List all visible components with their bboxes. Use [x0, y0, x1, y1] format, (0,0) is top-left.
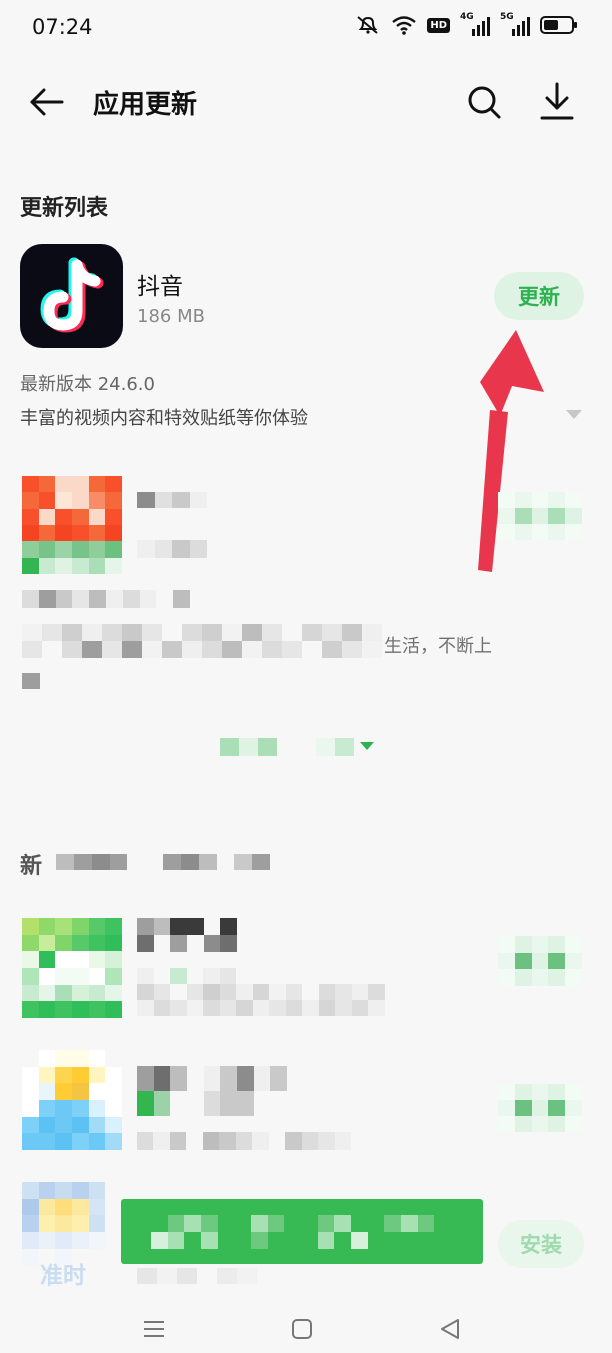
status-icons: HD 4G 5G: [355, 12, 577, 36]
pixelated-section-title: [56, 854, 270, 870]
home-button[interactable]: [287, 1314, 317, 1344]
pixelated-app-icon-4: [22, 1050, 122, 1150]
status-bar: 07:24 HD 4G 5G: [0, 0, 612, 56]
hd-icon: HD: [427, 17, 450, 33]
description-text: 丰富的视频内容和特效贴纸等你体验: [20, 408, 308, 429]
pixelated-button-4[interactable]: [498, 1084, 582, 1132]
back-button[interactable]: [26, 82, 66, 122]
douyin-logo-icon: [20, 244, 123, 348]
system-nav-bar: [0, 1300, 612, 1353]
back-arrow-icon: [30, 88, 64, 116]
download-button[interactable]: [536, 80, 578, 122]
pixelated-update-button[interactable]: [498, 492, 582, 540]
pixelated-description-text: [22, 624, 382, 658]
update-button[interactable]: 更新: [494, 272, 584, 320]
home-icon: [292, 1319, 312, 1339]
signal-4g-icon: 4G: [460, 12, 490, 36]
expand-icon[interactable]: [566, 410, 582, 419]
pixelated-app-meta-5: [137, 1268, 257, 1284]
signal-5g-icon: 5G: [500, 12, 530, 36]
status-time: 07:24: [32, 15, 93, 39]
search-button[interactable]: [464, 82, 504, 122]
pixelated-app-name: [137, 492, 207, 508]
wifi-icon: [391, 15, 417, 35]
show-more-chevron-icon[interactable]: [360, 742, 374, 750]
section-2-partial-title: 新: [20, 854, 43, 879]
install-button[interactable]: 安装: [498, 1220, 584, 1268]
search-icon: [468, 86, 501, 119]
toast-message: [121, 1199, 483, 1264]
pixelated-app-icon: [22, 476, 122, 574]
partial-description-text: 生活，不断上: [384, 636, 492, 657]
menu-icon: [144, 1321, 164, 1337]
pixelated-app-name-3: [137, 918, 237, 952]
download-icon: [540, 82, 574, 120]
pixelated-version-text: [22, 590, 190, 608]
pixelated-button-3[interactable]: [498, 936, 582, 986]
battery-icon: [540, 16, 577, 34]
nav-back-button[interactable]: [435, 1314, 465, 1344]
app-bar: 应用更新: [0, 66, 612, 136]
section-title: 更新列表: [20, 196, 109, 221]
pixelated-more-line: [22, 673, 40, 689]
pixelated-app-icon-3: [22, 918, 122, 1018]
pixelated-app-meta-3: [137, 968, 385, 1016]
app-name: 抖音: [137, 274, 183, 300]
version-text: 最新版本 24.6.0: [20, 374, 155, 395]
screen: 07:24 HD 4G 5G 应用更新 更新列表 抖音 186 MB 更新 最新…: [0, 0, 612, 1353]
app-size: 186 MB: [137, 306, 205, 327]
pixelated-app-name-4: [137, 1066, 287, 1116]
pixelated-toast-text: [151, 1215, 451, 1249]
pixelated-app-size: [137, 540, 207, 558]
page-title: 应用更新: [93, 90, 198, 120]
menu-button[interactable]: [139, 1314, 169, 1344]
pixelated-show-more-link[interactable]: [220, 738, 354, 756]
mute-icon: [355, 14, 381, 36]
pixelated-app-meta-4: [137, 1132, 351, 1150]
back-icon: [441, 1319, 459, 1339]
faded-label: 准时: [40, 1263, 86, 1289]
